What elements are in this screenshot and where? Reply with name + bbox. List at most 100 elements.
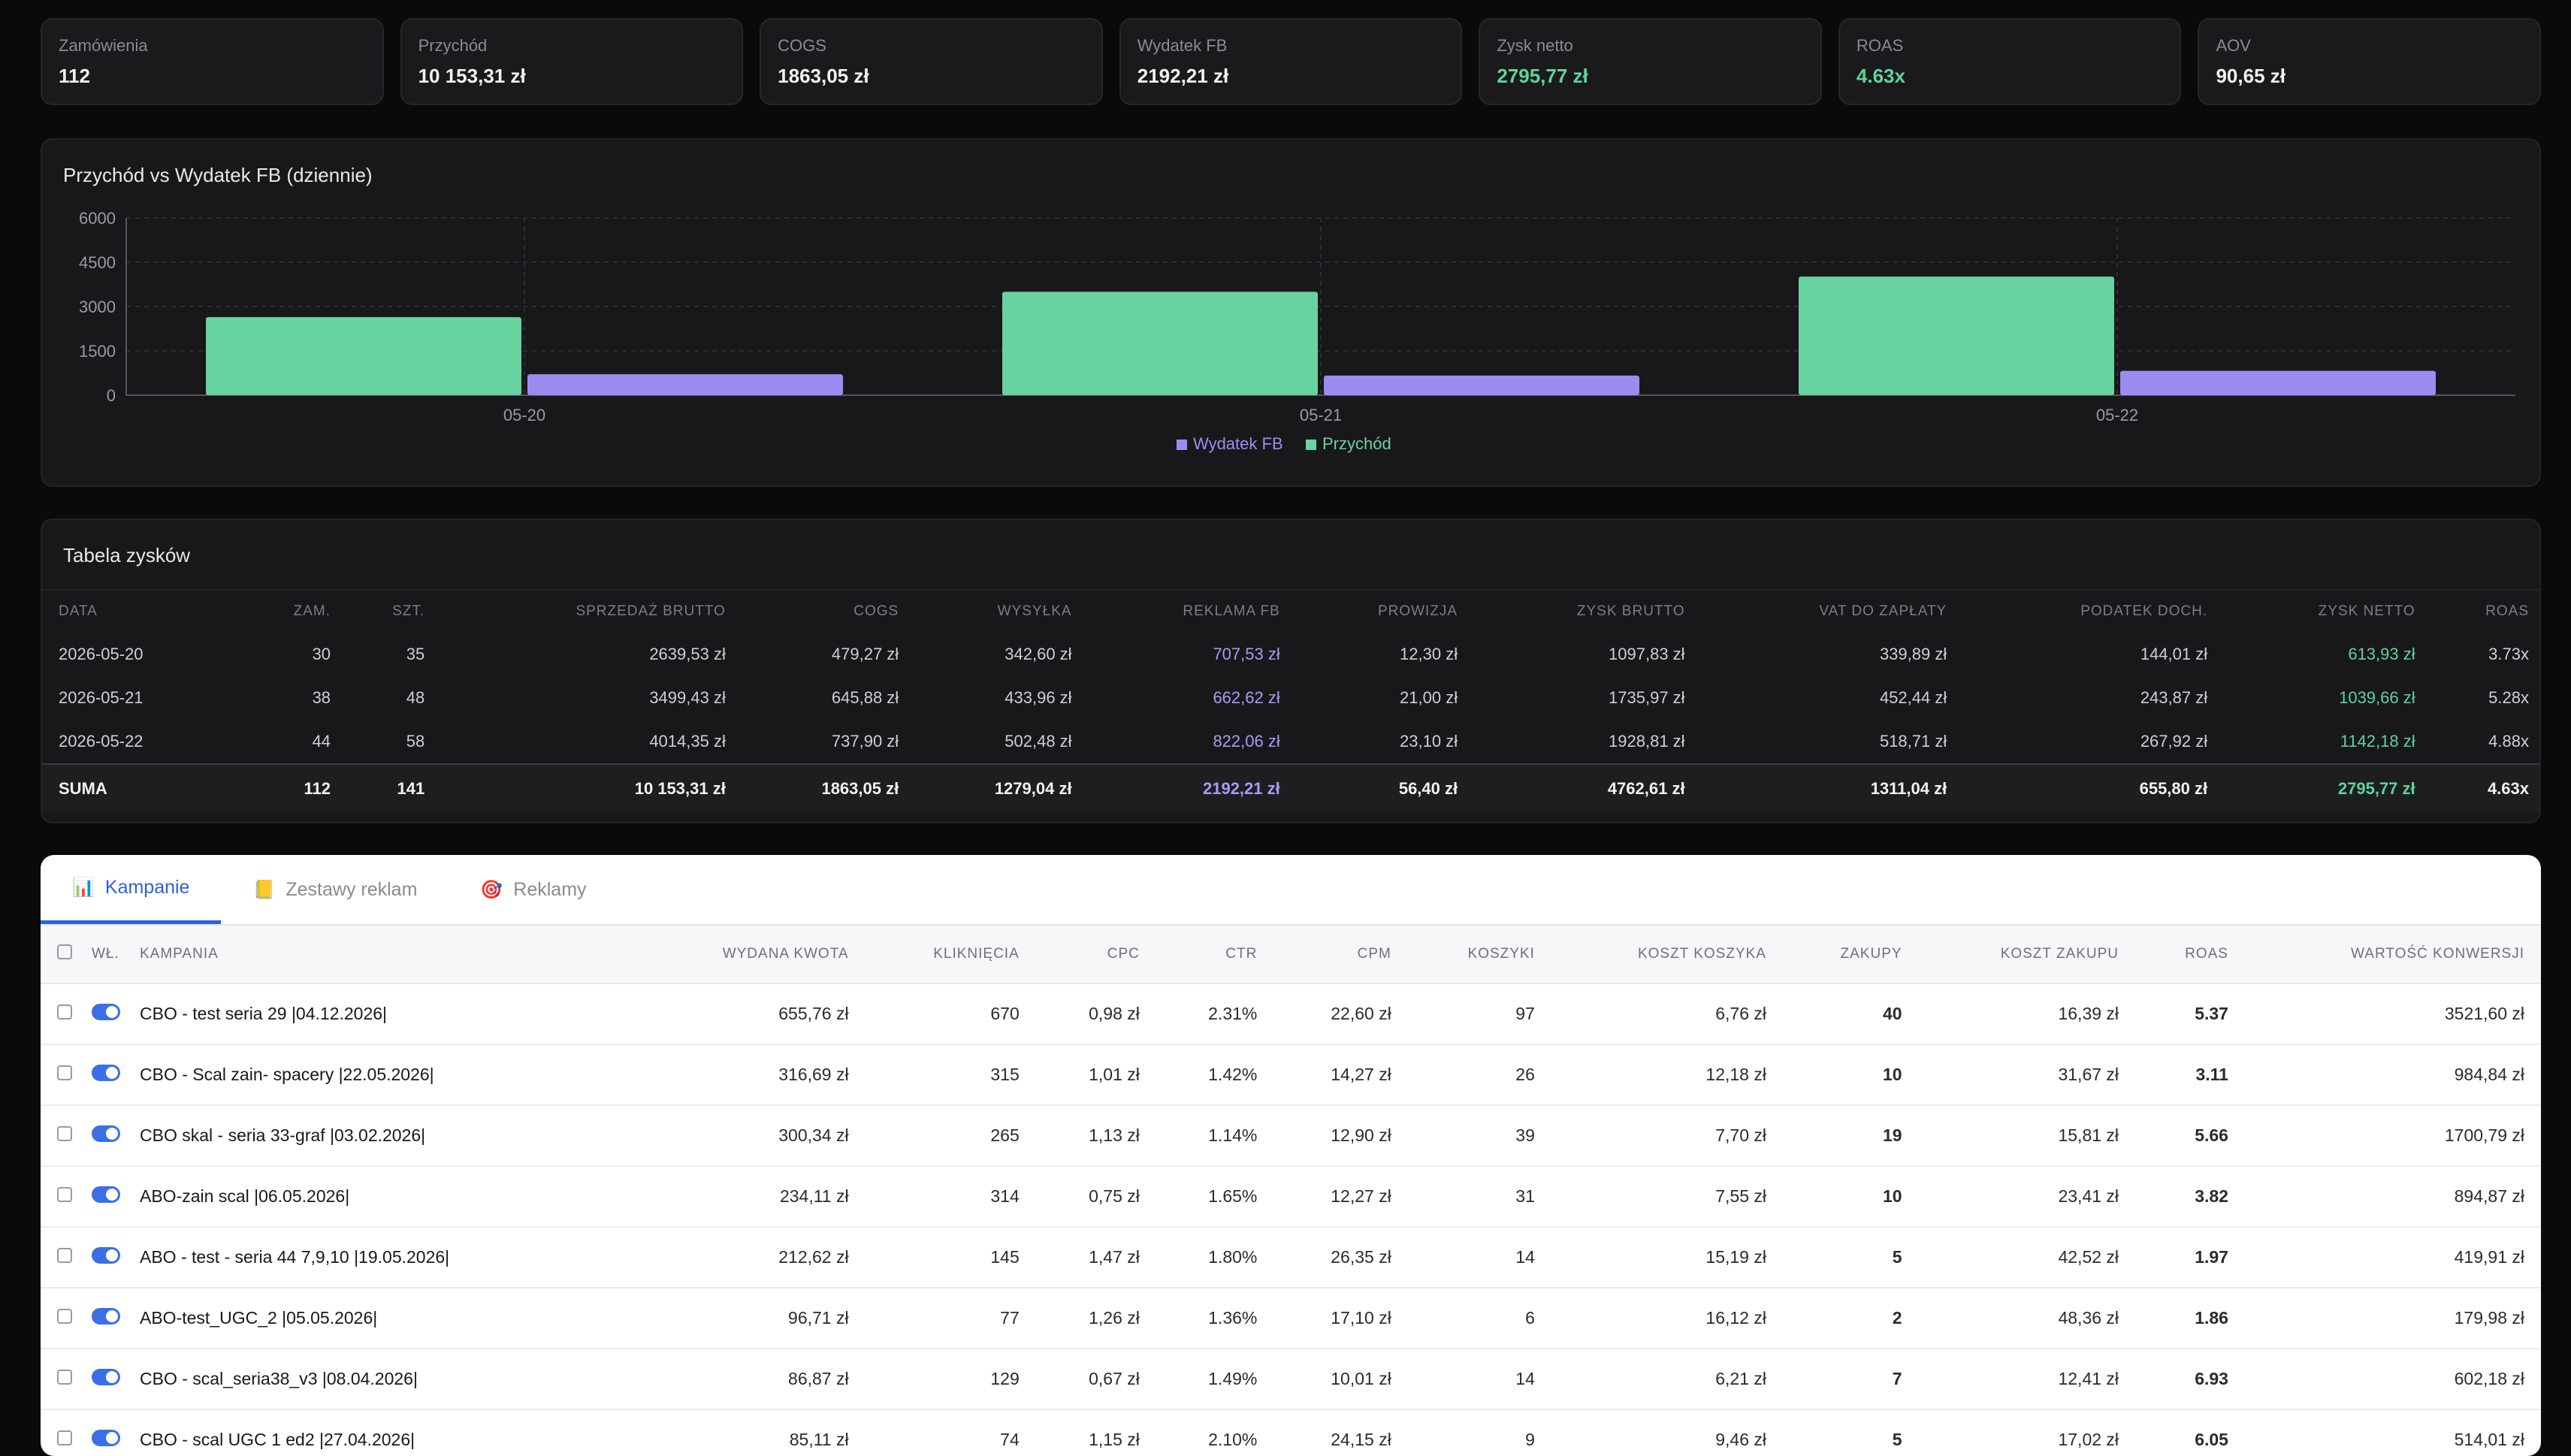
col-header-koszyki[interactable]: Koszyki <box>1407 926 1551 984</box>
cell-carts: 14 <box>1407 1349 1551 1410</box>
cell-cpm: 10,01 zł <box>1273 1349 1408 1410</box>
row-checkbox[interactable] <box>57 1065 72 1080</box>
select-all-checkbox[interactable] <box>57 944 72 959</box>
campaign-active-toggle[interactable] <box>92 1429 120 1446</box>
profit-cell-reklama-fb: 662,62 zł <box>1213 688 1280 707</box>
col-header-koszt-zakupu[interactable]: Koszt zakupu <box>1918 926 2136 984</box>
profit-cell-wysy-ka: 433,96 zł <box>1005 688 1072 707</box>
cell-purchase-cost: 12,41 zł <box>1918 1349 2136 1410</box>
cell-purchases: 40 <box>1782 983 1919 1045</box>
kpi-value: 2192,21 zł <box>1137 65 1229 87</box>
col-header-cpm[interactable]: CPM <box>1273 926 1408 984</box>
col-header-roas[interactable]: ROAS <box>2135 926 2245 984</box>
row-checkbox[interactable] <box>57 1126 72 1141</box>
kpi-value: 2795,77 zł <box>1497 65 1588 87</box>
profit-cell-vat-do-zap-aty: 518,71 zł <box>1879 732 1947 751</box>
tab-label: Reklamy <box>513 878 587 900</box>
campaign-name[interactable]: ABO-zain scal |06.05.2026| <box>129 1166 637 1228</box>
row-checkbox[interactable] <box>57 1309 72 1324</box>
col-header-w[interactable]: Wł. <box>84 926 129 984</box>
cell-spend: 96,71 zł <box>637 1288 866 1349</box>
campaign-active-toggle[interactable] <box>92 1064 120 1081</box>
cell-clicks: 315 <box>865 1044 1036 1106</box>
campaign-name[interactable]: CBO - scal_seria38_v3 |08.04.2026| <box>129 1349 637 1410</box>
col-header-reklama-fb: Reklama FB <box>1082 589 1291 633</box>
cell-conv: 419,91 zł <box>2244 1227 2541 1288</box>
campaign-row[interactable]: ABO-zain scal |06.05.2026| 234,11 zł 314 0,… <box>41 1166 2541 1228</box>
cell-cpm: 26,35 zł <box>1273 1227 1408 1288</box>
row-checkbox[interactable] <box>57 1004 72 1020</box>
campaigns-panel: 📊 Kampanie 📒 Zestawy reklam 🎯 Reklamy Wł. Kamp… <box>41 855 2541 1456</box>
campaign-name[interactable]: ABO-test_UGC_2 |05.05.2026| <box>129 1288 637 1349</box>
cell-ctr: 1.36% <box>1156 1288 1274 1349</box>
tab-label: Kampanie <box>104 877 190 898</box>
row-checkbox[interactable] <box>57 1187 72 1202</box>
row-select-cell <box>41 1105 84 1167</box>
col-header-wydana-kwota[interactable]: Wydana kwota <box>637 926 866 984</box>
campaign-name[interactable]: ABO - test - seria 44 7,9,10 |19.05.2026… <box>129 1227 637 1288</box>
kpi-card-wydatek-fb: Wydatek FB 2192,21 zł <box>1119 18 1463 105</box>
cell-purchases: 7 <box>1782 1349 1919 1410</box>
legend-label-wydatek-fb[interactable]: Wydatek FB <box>1193 434 1283 453</box>
campaign-row[interactable]: CBO - scal_seria38_v3 |08.04.2026| 86,87 … <box>41 1349 2541 1410</box>
profit-cell-wysy-ka: 342,60 zł <box>1005 645 1072 663</box>
ledger-icon: 📒 <box>252 879 276 900</box>
campaign-row[interactable]: ABO - test - seria 44 7,9,10 |19.05.2026… <box>41 1227 2541 1288</box>
campaign-row[interactable]: CBO - test seria 29 |04.12.2026| 655,76 z… <box>41 983 2541 1045</box>
cell-cart-cost: 16,12 zł <box>1551 1288 1783 1349</box>
tab-kampanie[interactable]: 📊 Kampanie <box>41 855 222 924</box>
col-header-wartosc-konwersji[interactable]: Wartość konwersji <box>2244 926 2541 984</box>
profit-cell-zysk-netto: 1039,66 zł <box>2339 688 2415 707</box>
col-header-szt: Szt. <box>341 589 436 633</box>
col-header-zysk-brutto: Zysk brutto <box>1468 589 1696 633</box>
col-header-data: Data <box>42 589 239 633</box>
tab-reklamy[interactable]: 🎯 Reklamy <box>449 855 618 924</box>
campaign-row[interactable]: CBO - scal UGC 1 ed2 |27.04.2026| 85,11 z… <box>41 1409 2541 1456</box>
campaign-active-toggle[interactable] <box>92 1368 120 1385</box>
sum-cell-zysk-netto: 2795,77 zł <box>2218 763 2426 813</box>
row-checkbox[interactable] <box>57 1370 72 1385</box>
cell-roas: 3.82 <box>2135 1166 2245 1228</box>
campaign-row[interactable]: ABO-test_UGC_2 |05.05.2026| 96,71 zł 77 1,2… <box>41 1288 2541 1349</box>
profit-cell-roas: 3.73x <box>2488 645 2529 663</box>
campaign-name[interactable]: CBO skal - seria 33-graf |03.02.2026| <box>129 1105 637 1167</box>
cell-cart-cost: 15,19 zł <box>1551 1227 1783 1288</box>
campaign-active-toggle[interactable] <box>92 1186 120 1203</box>
campaign-active-toggle[interactable] <box>92 1246 120 1264</box>
row-select-cell <box>41 983 84 1045</box>
col-header-zakupy[interactable]: Zakupy <box>1782 926 1919 984</box>
cell-cart-cost: 6,76 zł <box>1551 983 1783 1045</box>
campaign-table: Wł. Kampania Wydana kwota Kliknięcia CPC CTR C… <box>41 926 2541 1456</box>
cell-carts: 6 <box>1407 1288 1551 1349</box>
campaign-row[interactable]: CBO skal - seria 33-graf |03.02.2026| 300… <box>41 1105 2541 1167</box>
bar-wydatek-fb-05-21 <box>1324 375 1639 395</box>
row-checkbox[interactable] <box>57 1248 72 1263</box>
campaign-active-toggle[interactable] <box>92 1125 120 1142</box>
col-header-kampania[interactable]: Kampania <box>129 926 637 984</box>
cell-purchases: 10 <box>1782 1166 1919 1228</box>
profit-cell-podatek-doch: 144,01 zł <box>2140 645 2208 663</box>
campaign-active-toggle[interactable] <box>92 1003 120 1020</box>
row-checkbox[interactable] <box>57 1430 72 1445</box>
profit-cell-cogs: 737,90 zł <box>831 732 899 751</box>
campaign-name[interactable]: CBO - Scal zain- spacery |22.05.2026| <box>129 1044 637 1106</box>
campaign-row[interactable]: CBO - Scal zain- spacery |22.05.2026| 316… <box>41 1044 2541 1106</box>
col-header-koszt-koszyka[interactable]: Koszt koszyka <box>1551 926 1783 984</box>
cell-purchases: 10 <box>1782 1044 1919 1106</box>
cell-spend: 234,11 zł <box>637 1166 866 1228</box>
legend-label-przychod[interactable]: Przychód <box>1322 434 1391 453</box>
cell-ctr: 2.10% <box>1156 1409 1274 1456</box>
col-header-cpc[interactable]: CPC <box>1035 926 1156 984</box>
col-header-ctr[interactable]: CTR <box>1156 926 1274 984</box>
col-header-klikniecia[interactable]: Kliknięcia <box>865 926 1036 984</box>
profit-cell-zysk-brutto: 1735,97 zł <box>1609 688 1685 707</box>
campaign-active-toggle[interactable] <box>92 1307 120 1325</box>
tab-zestawy-reklam[interactable]: 📒 Zestawy reklam <box>221 855 449 924</box>
campaign-name[interactable]: CBO - scal UGC 1 ed2 |27.04.2026| <box>129 1409 637 1456</box>
sum-cell-reklama-fb: 2192,21 zł <box>1082 763 1291 813</box>
kpi-label: ROAS <box>1856 36 1904 55</box>
campaign-name[interactable]: CBO - test seria 29 |04.12.2026| <box>129 983 637 1045</box>
x-tick-label: 05-21 <box>1300 406 1342 424</box>
kpi-label: Zamówienia <box>59 36 148 55</box>
toggle-cell <box>84 1409 129 1456</box>
